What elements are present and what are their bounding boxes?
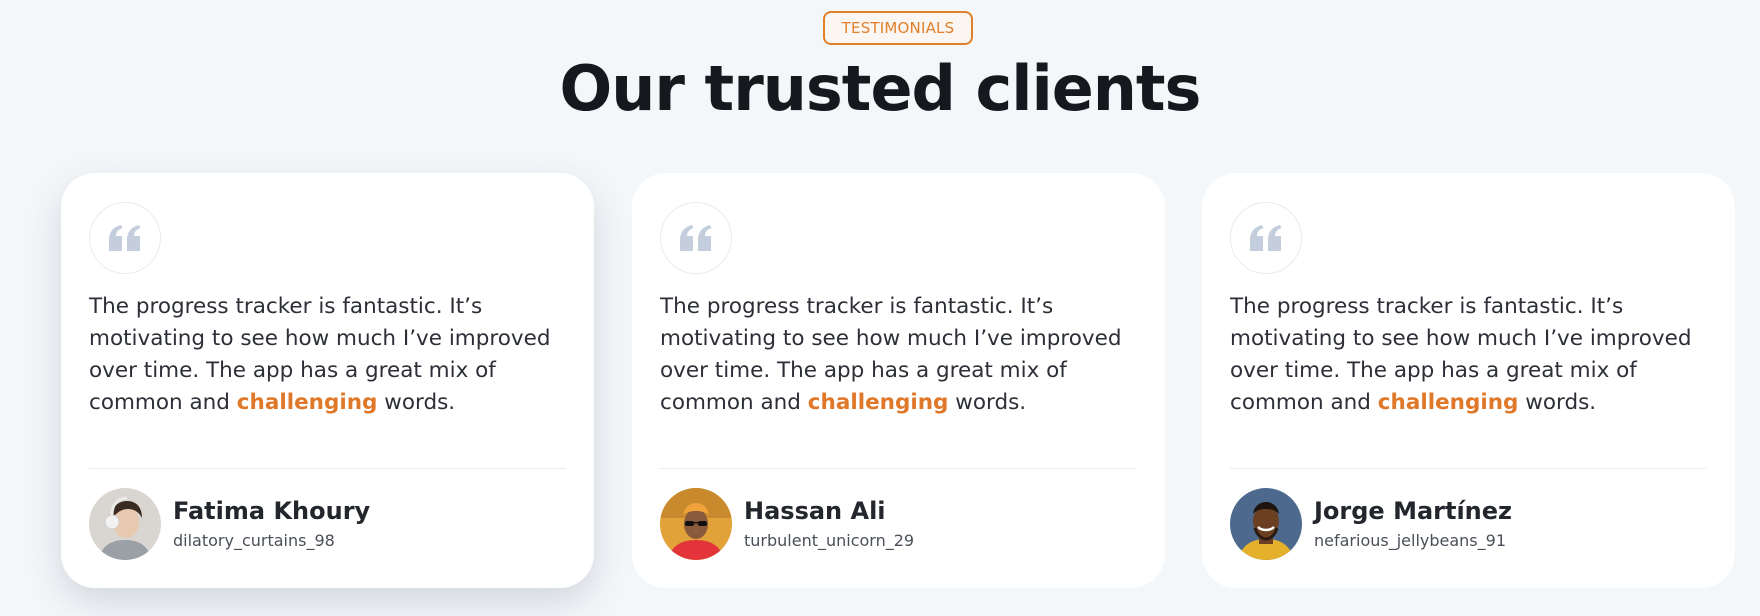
divider bbox=[89, 468, 566, 469]
quote-icon bbox=[89, 202, 161, 274]
section-badge: TESTIMONIALS bbox=[823, 11, 973, 45]
testimonial-card: The progress tracker is fantastic. It’s … bbox=[632, 173, 1165, 588]
avatar-woman-headphones bbox=[89, 488, 161, 560]
client-handle: turbulent_unicorn_29 bbox=[744, 531, 915, 550]
testimonial-card: The progress tracker is fantastic. It’s … bbox=[1202, 173, 1735, 588]
avatar-man-smiling bbox=[1230, 488, 1302, 560]
client-name: Hassan Ali bbox=[744, 497, 886, 525]
highlighted-word: challenging bbox=[236, 390, 378, 415]
client-name: Jorge Martínez bbox=[1314, 497, 1513, 525]
testimonial-text: The progress tracker is fantastic. It’s … bbox=[1230, 294, 1692, 415]
divider bbox=[660, 468, 1137, 469]
highlighted-word: challenging bbox=[807, 390, 949, 415]
divider bbox=[1230, 468, 1707, 469]
testimonial-card: The progress tracker is fantastic. It’s … bbox=[61, 173, 594, 588]
quote-icon bbox=[660, 202, 732, 274]
client-handle: dilatory_curtains_98 bbox=[173, 531, 335, 550]
highlighted-word: challenging bbox=[1377, 390, 1519, 415]
client-name: Fatima Khoury bbox=[173, 497, 371, 525]
quote-icon bbox=[1230, 202, 1302, 274]
client-handle: nefarious_jellybeans_91 bbox=[1314, 531, 1506, 550]
section-title: Our trusted clients bbox=[559, 52, 1202, 125]
testimonial-text: The progress tracker is fantastic. It’s … bbox=[89, 294, 551, 415]
testimonial-text: The progress tracker is fantastic. It’s … bbox=[660, 294, 1122, 415]
testimonials-section: TESTIMONIALS Our trusted clients The pro… bbox=[0, 0, 1760, 616]
avatar-man-sunglasses bbox=[660, 488, 732, 560]
